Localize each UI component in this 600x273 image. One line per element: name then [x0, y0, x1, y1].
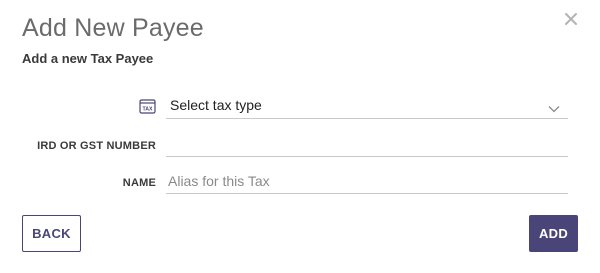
chevron-down-icon: [548, 100, 560, 118]
ird-gst-label: IRD OR GST NUMBER: [37, 140, 156, 152]
name-label: NAME: [122, 177, 156, 189]
name-field[interactable]: [166, 168, 568, 194]
tax-type-selected-value: Select tax type: [170, 97, 262, 113]
dialog-title: Add New Payee: [22, 14, 204, 42]
tax-type-select[interactable]: Select tax type: [166, 91, 568, 119]
back-button[interactable]: BACK: [22, 215, 81, 252]
add-button[interactable]: ADD: [529, 215, 578, 252]
close-icon[interactable]: [564, 12, 578, 26]
tax-icon: TAX: [139, 98, 156, 115]
dialog-subtitle: Add a new Tax Payee: [22, 51, 154, 66]
ird-gst-number-field[interactable]: [166, 131, 568, 157]
add-payee-dialog: Add New Payee Add a new Tax Payee TAX Se…: [0, 0, 600, 273]
svg-text:TAX: TAX: [143, 107, 154, 113]
